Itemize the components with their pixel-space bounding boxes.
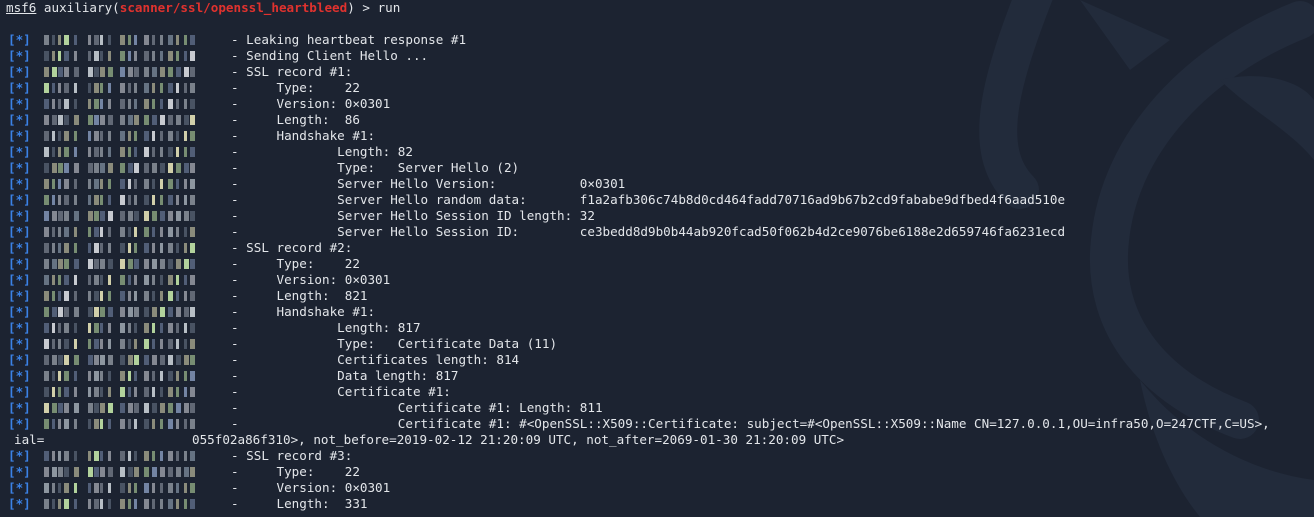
redacted-ip-address [44,131,195,141]
status-marker: [*] [8,368,31,383]
status-marker: [*] [8,304,31,319]
status-marker: [*] [8,160,31,175]
output-text: - Length: 821 [231,288,368,303]
redacted-ip-address [44,83,195,93]
redacted-ip-address [44,243,195,253]
redacted-ip-address [44,227,195,237]
status-marker: [*] [8,240,31,255]
redacted-ip-address [44,195,195,205]
status-marker: [*] [8,272,31,287]
status-marker: [*] [8,112,31,127]
output-text: - Version: 0×0301 [231,96,391,111]
output-text: - Type: Certificate Data (11) [231,336,558,351]
output-text: - Handshake #1: [231,128,376,143]
redacted-ip-address [44,211,195,221]
redacted-ip-address [44,179,195,189]
status-marker: [*] [8,64,31,79]
output-text: - Certificate #1: Length: 811 [231,400,603,415]
prompt-prefix: auxiliary( [36,0,120,15]
output-text: - Server Hello random data: f1a2afb306c7… [231,192,1066,207]
redacted-ip-address [44,339,195,349]
status-marker: [*] [8,288,31,303]
wrapped-prefix: ial= [14,432,45,447]
redacted-ip-address [44,467,195,477]
status-marker: [*] [8,144,31,159]
terminal-window[interactable]: msf6 auxiliary(scanner/ssl/openssl_heart… [6,0,1306,511]
redacted-ip-address [44,451,195,461]
status-marker: [*] [8,336,31,351]
status-marker: [*] [8,384,31,399]
redacted-ip-address [44,259,195,269]
output-text: - Length: 817 [231,320,421,335]
status-marker: [*] [8,256,31,271]
redacted-ip-address [44,291,195,301]
output-text: - Type: 22 [231,256,360,271]
output-text: - Certificate #1: [231,384,451,399]
status-marker: [*] [8,96,31,111]
output-text: - Length: 86 [231,112,360,127]
output-text: - Length: 82 [231,144,413,159]
status-marker: [*] [8,80,31,95]
status-marker: [*] [8,128,31,143]
output-text: - Version: 0×0301 [231,480,391,495]
status-marker: [*] [8,416,31,431]
output-text: - Version: 0×0301 [231,272,391,287]
output-text: - SSL record #1: [231,64,353,79]
status-marker: [*] [8,48,31,63]
output-text: - Server Hello Session ID: ce3bedd8d9b0b… [231,224,1066,239]
output-text: - Certificate #1: #<OpenSSL::X509::Certi… [231,416,1270,431]
redacted-ip-address [44,115,195,125]
output-text: - Data length: 817 [231,368,459,383]
redacted-ip-address [44,371,195,381]
output-text: - Type: Server Hello (2) [231,160,520,175]
status-marker: [*] [8,448,31,463]
status-marker: [*] [8,496,31,511]
output-text: - Server Hello Version: 0×0301 [231,176,626,191]
status-marker: [*] [8,192,31,207]
output-text: - Type: 22 [231,464,360,479]
output-text: - SSL record #3: [231,448,353,463]
redacted-serial [46,435,204,445]
redacted-ip-address [44,323,195,333]
redacted-ip-address [44,387,195,397]
redacted-ip-address [44,307,195,317]
wrapped-rest: 055f02a86f310>, not_before=2019-02-12 21… [192,432,845,447]
redacted-ip-address [44,275,195,285]
output-text: - SSL record #2: [231,240,353,255]
output-text: - Type: 22 [231,80,360,95]
redacted-ip-address [44,51,195,61]
redacted-ip-address [44,483,195,493]
status-marker: [*] [8,320,31,335]
redacted-ip-address [44,419,195,429]
status-marker: [*] [8,224,31,239]
redacted-ip-address [44,355,195,365]
redacted-ip-address [44,403,195,413]
status-marker: [*] [8,352,31,367]
status-marker: [*] [8,32,31,47]
output-text: - Certificates length: 814 [231,352,520,367]
output-text: - Length: 331 [231,496,368,511]
redacted-ip-address [44,147,195,157]
prompt-line: msf6 auxiliary(scanner/ssl/openssl_heart… [6,0,1306,16]
status-marker: [*] [8,480,31,495]
status-marker: [*] [8,400,31,415]
status-marker: [*] [8,208,31,223]
redacted-ip-address [44,35,195,45]
redacted-ip-address [44,99,195,109]
status-marker: [*] [8,176,31,191]
output-text: - Leaking heartbeat response #1 [231,32,467,47]
output-text: - Sending Client Hello ... [231,48,429,63]
prompt-app: msf6 [6,0,37,15]
output-text: - Handshake #1: [231,304,376,319]
redacted-ip-address [44,67,195,77]
redacted-ip-address [44,163,195,173]
output-text: - Server Hello Session ID length: 32 [231,208,595,223]
prompt-suffix: ) > [347,0,378,15]
redacted-ip-address [44,499,195,509]
prompt-command: run [377,0,401,15]
prompt-module: scanner/ssl/openssl_heartbleed [119,0,348,15]
status-marker: [*] [8,464,31,479]
